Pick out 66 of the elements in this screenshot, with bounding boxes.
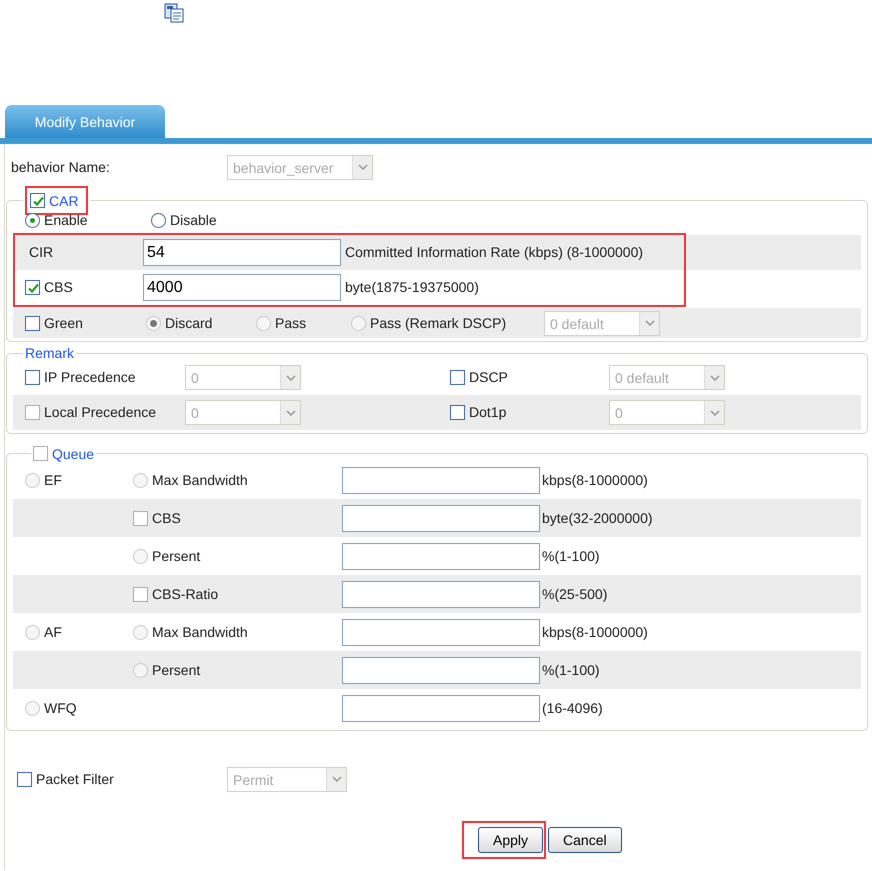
documents-icon[interactable] xyxy=(163,2,185,24)
caret-icon xyxy=(639,312,659,334)
radio-label: EF xyxy=(44,470,62,490)
checkbox[interactable] xyxy=(450,370,465,385)
input-field[interactable] xyxy=(342,618,540,646)
radio-label: Persent xyxy=(152,660,200,680)
checkbox-label: CBS-Ratio xyxy=(152,584,218,604)
unit-text: (16-4096) xyxy=(542,698,603,718)
radio-label: Persent xyxy=(152,546,200,566)
checkbox[interactable] xyxy=(25,280,40,295)
caret-icon xyxy=(704,366,724,389)
input-field[interactable] xyxy=(342,466,540,494)
radio-label: AF xyxy=(44,622,62,642)
checkbox-label: IP Precedence xyxy=(44,368,136,387)
radio-button[interactable] xyxy=(151,212,166,228)
checkbox-label: CBS xyxy=(152,508,181,528)
unit-text: kbps(8-1000000) xyxy=(542,622,648,642)
caret-icon xyxy=(280,366,300,389)
caret-icon xyxy=(326,768,346,790)
radio-button[interactable] xyxy=(25,212,40,228)
field-label: CIR xyxy=(29,243,54,262)
unit-text: kbps(8-1000000) xyxy=(542,470,648,490)
caret-icon xyxy=(704,401,724,424)
input-field[interactable] xyxy=(342,656,540,684)
radio-label: Max Bandwidth xyxy=(152,470,248,490)
checkbox-label: Local Precedence xyxy=(44,403,156,422)
hint-text: Committed Information Rate (kbps) (8-1000000) xyxy=(345,243,644,262)
checkbox[interactable] xyxy=(25,316,40,330)
checkbox-label: Green xyxy=(44,314,83,332)
apply-button[interactable]: Apply xyxy=(478,827,544,853)
radio-label: Pass (Remark DSCP) xyxy=(370,314,506,333)
dropdown[interactable]: 0 xyxy=(609,400,725,425)
field-label: behavior Name: xyxy=(11,158,110,176)
hint-text: byte(1875-19375000) xyxy=(345,278,479,297)
checkbox[interactable] xyxy=(450,405,465,420)
radio-label: Discard xyxy=(165,314,212,332)
checkbox-label: Packet Filter xyxy=(36,770,114,788)
input-field[interactable] xyxy=(342,694,540,722)
input-field[interactable] xyxy=(342,504,540,532)
radio-label: Pass xyxy=(275,314,306,332)
dropdown[interactable]: 0 xyxy=(185,365,301,390)
radio-label: Max Bandwidth xyxy=(152,622,248,642)
unit-text: byte(32-2000000) xyxy=(542,508,653,528)
unit-text: %(1-100) xyxy=(542,546,600,566)
radio-label: WFQ xyxy=(44,698,77,718)
section-title: Remark xyxy=(25,345,74,361)
checkbox-label: CBS xyxy=(44,278,73,297)
unit-text: %(1-100) xyxy=(542,660,600,680)
cancel-button[interactable]: Cancel xyxy=(548,827,622,853)
input-field[interactable] xyxy=(342,580,540,608)
checkbox-label: Dot1p xyxy=(469,403,506,422)
checkbox-label: DSCP xyxy=(469,368,508,387)
section-title: CAR xyxy=(49,194,79,208)
radio-label: Disable xyxy=(170,210,217,230)
unit-text: %(25-500) xyxy=(542,584,608,604)
section-title: Queue xyxy=(52,446,94,460)
dropdown[interactable]: 0 default xyxy=(609,365,725,390)
input-field[interactable] xyxy=(342,542,540,570)
tab[interactable]: Modify Behavior xyxy=(5,105,165,138)
checkbox[interactable] xyxy=(30,193,45,208)
input-field[interactable]: 4000 xyxy=(143,274,341,301)
caret-icon xyxy=(352,156,372,178)
caret-icon xyxy=(280,401,300,424)
radio-label: Enable xyxy=(44,210,88,230)
input-field[interactable]: 54 xyxy=(143,239,341,266)
checkbox[interactable] xyxy=(25,370,40,385)
